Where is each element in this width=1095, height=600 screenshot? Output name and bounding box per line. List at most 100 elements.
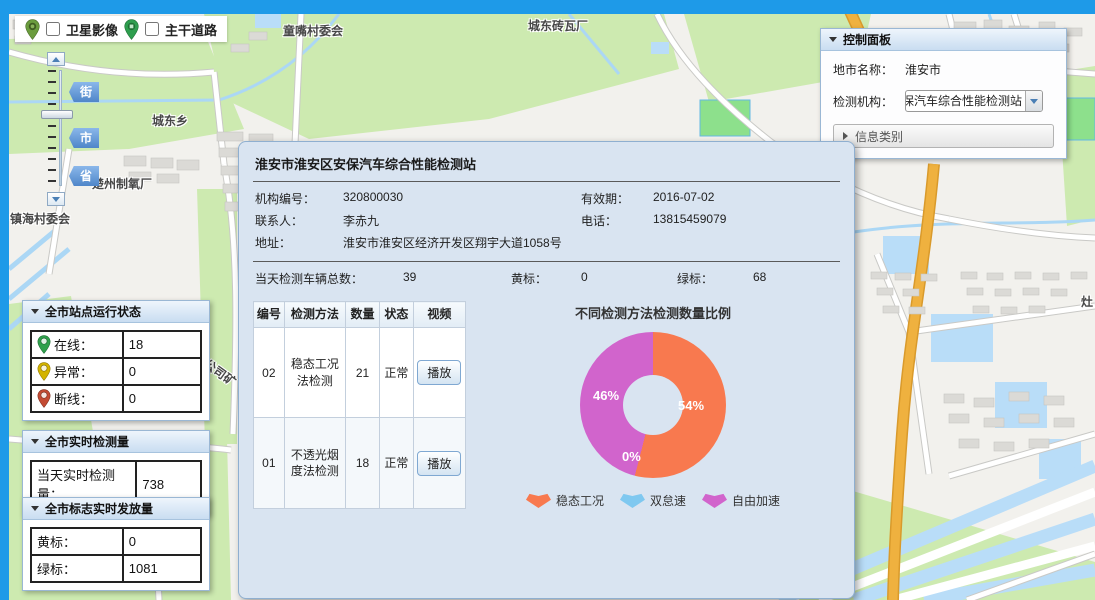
issuance-value: 1081 [123,555,201,582]
info-category-bar[interactable]: 信息类别 [833,124,1054,148]
station-status-header[interactable]: 全市站点运行状态 [23,301,209,323]
online-pin-icon [37,335,51,354]
zoom-tick-marks [48,70,56,186]
status-label: 异常： [54,362,93,381]
status-label: 在线： [54,335,93,354]
slice-label-idle: 0% [622,449,641,464]
col-header: 检测方法 [284,302,345,328]
yellow-value: 0 [581,270,677,287]
agency-selected-value: 安保汽车综合性能检测站 [906,91,1025,111]
issuance-row-green: 绿标： 1081 [31,555,201,582]
yellow-label: 黄标： [511,270,581,287]
issuance-value: 0 [123,528,201,555]
org-no-label: 机构编号： [255,190,343,207]
chart-title: 不同检测方法检测数量比例 [575,303,731,322]
satellite-checkbox[interactable] [46,22,60,36]
agency-label: 检测机构： [833,93,905,110]
legend-swatch-icon [526,493,551,508]
col-header: 编号 [254,302,285,328]
control-panel: 控制面板 地市名称： 淮安市 检测机构： 安保汽车综合性能检测站 信息类别 [820,28,1067,159]
zoom-in-button[interactable] [47,52,65,66]
zoom-out-icon [52,197,60,202]
status-value: 18 [123,331,201,358]
legend-label: 自由加速 [732,492,780,509]
valid-label: 有效期： [581,190,653,207]
donut-chart [580,332,726,478]
zoom-slider-handle[interactable] [41,110,73,119]
method-ratio-chart: 不同检测方法检测数量比例 54% 0% 46% 稳态工况 双怠速 [466,297,840,509]
green-value: 68 [753,270,813,287]
issuance-panel: 全市标志实时发放量 黄标： 0 绿标： 1081 [22,497,210,591]
status-value: 0 [123,358,201,385]
contact-label: 联系人： [255,212,343,229]
org-no-value: 320800030 [343,190,581,207]
zoom-level-city[interactable]: 市 [69,128,99,148]
legend-label: 双怠速 [650,492,686,509]
play-button[interactable]: 播放 [417,451,461,476]
offline-pin-icon [37,389,51,408]
legend-label: 稳态工况 [556,492,604,509]
legend-item-steady[interactable]: 稳态工况 [526,492,604,509]
collapse-arrow-icon [829,37,837,42]
status-row-abnormal: 异常： 0 [31,358,201,385]
agency-dropdown[interactable]: 安保汽车综合性能检测站 [905,90,1043,112]
status-label: 断线： [54,389,93,408]
zoom-control: 街 市 省 [39,52,131,210]
roads-label: 主干道路 [165,20,217,39]
city-value: 淮安市 [905,61,941,78]
map-label: 镇海村委会 [10,210,70,227]
control-panel-header[interactable]: 控制面板 [821,29,1066,51]
issuance-header[interactable]: 全市标志实时发放量 [23,498,209,520]
map-highlight-parcel-2 [1065,98,1095,140]
contact-value: 李赤九 [343,212,581,229]
zoom-level-street[interactable]: 街 [69,82,99,102]
phone-label: 电话： [581,212,653,229]
row-qty: 18 [346,418,380,509]
valid-value: 2016-07-02 [653,190,840,207]
dropdown-arrow-button[interactable] [1025,91,1042,111]
slice-label-steady: 54% [678,398,704,413]
station-title: 淮安市淮安区安保汽车综合性能检测站 [253,152,840,181]
roads-checkbox[interactable] [145,22,159,36]
col-header: 数量 [346,302,380,328]
slice-label-accel: 46% [593,388,619,403]
status-row-online: 在线： 18 [31,331,201,358]
zoom-level-province[interactable]: 省 [69,166,99,186]
address-value: 淮安市淮安区经济开发区翔宇大道1058号 [343,234,840,251]
col-header: 视频 [413,302,465,328]
map-canvas[interactable]: 童嘴村委会 城东砖瓦厂 城东乡 楚州制氧厂 镇海村委会 公司矿 灶 卫星影像 主… [9,14,1095,600]
play-button[interactable]: 播放 [417,360,461,385]
legend-swatch-icon [620,493,645,508]
issuance-label: 黄标： [31,528,123,555]
total-label: 当天检测车辆总数： [255,270,403,287]
satellite-pin-icon [25,19,40,40]
legend-item-accel[interactable]: 自由加速 [702,492,780,509]
row-method: 不透光烟度法检测 [284,418,345,509]
realtime-header[interactable]: 全市实时检测量 [23,431,209,453]
panel-title: 全市实时检测量 [45,433,129,450]
chart-legend: 稳态工况 双怠速 自由加速 [526,492,780,509]
map-label: 童嘴村委会 [283,22,343,39]
collapse-arrow-icon [31,506,39,511]
collapse-arrow-icon [31,439,39,444]
zoom-out-button[interactable] [47,192,65,206]
map-label: 灶 [1081,293,1093,310]
station-status-panel: 全市站点运行状态 在线： 18 [22,300,210,421]
divider [253,181,840,182]
table-row: 02 稳态工况法检测 21 正常 播放 [254,327,466,418]
zoom-slider-track[interactable] [59,70,62,186]
row-status: 正常 [379,327,413,418]
issuance-row-yellow: 黄标： 0 [31,528,201,555]
chevron-down-icon [1030,99,1038,104]
row-method: 稳态工况法检测 [284,327,345,418]
panel-title: 控制面板 [843,31,891,48]
row-no: 01 [254,418,285,509]
panel-title: 全市标志实时发放量 [45,500,153,517]
panel-title: 全市站点运行状态 [45,303,141,320]
expand-arrow-icon [843,132,848,140]
roads-pin-icon [124,19,139,40]
info-category-label: 信息类别 [855,128,903,145]
legend-item-idle[interactable]: 双怠速 [620,492,686,509]
station-info-popup: 淮安市淮安区安保汽车综合性能检测站 机构编号： 320800030 有效期： 2… [238,141,855,599]
collapse-arrow-icon [31,309,39,314]
